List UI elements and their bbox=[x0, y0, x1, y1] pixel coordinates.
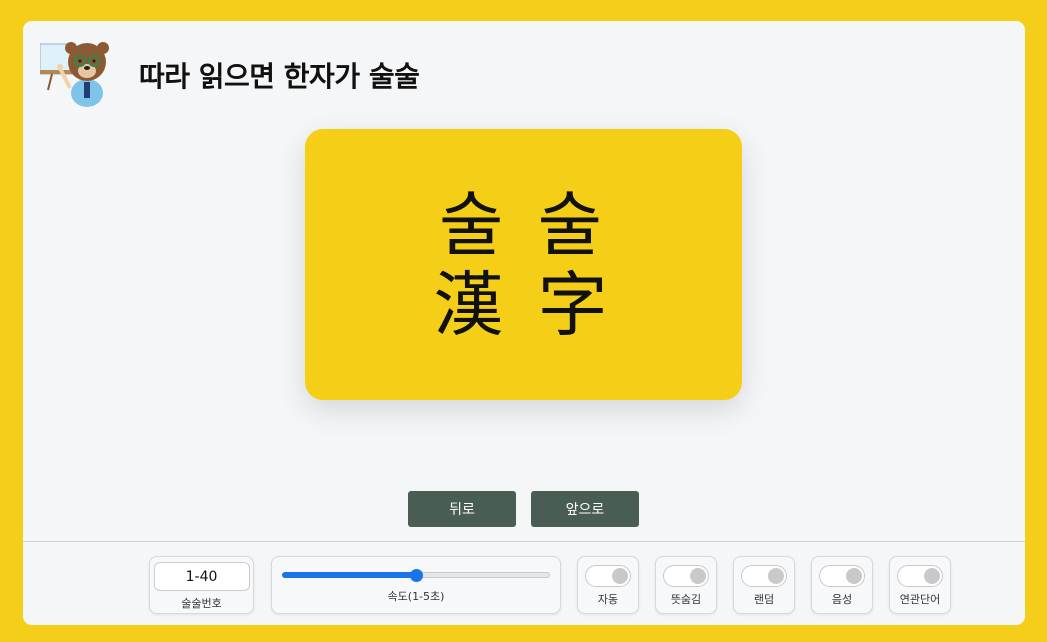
toggle-voice: 음성 bbox=[811, 556, 873, 614]
hide-meaning-toggle[interactable] bbox=[663, 565, 709, 587]
control-bar: 술술번호 속도(1-5초) 자동 뜻숨김 랜덤 음성 bbox=[23, 541, 1025, 625]
page-title: 따라 읽으면 한자가 술술 bbox=[139, 60, 420, 93]
toggle-knob bbox=[768, 568, 784, 584]
toggle-auto: 자동 bbox=[577, 556, 639, 614]
main-panel: 따라 읽으면 한자가 술술 술 술 漢 字 뒤로 앞으로 술술번호 속도(1-5… bbox=[23, 21, 1025, 625]
toggle-label: 자동 bbox=[597, 593, 619, 606]
prev-button[interactable]: 뒤로 bbox=[408, 491, 516, 527]
auto-toggle[interactable] bbox=[585, 565, 631, 587]
next-button[interactable]: 앞으로 bbox=[531, 491, 639, 527]
speed-slider-fill bbox=[282, 572, 416, 578]
range-control: 술술번호 bbox=[149, 556, 254, 614]
speed-label: 속도(1-5초) bbox=[387, 590, 445, 603]
random-toggle[interactable] bbox=[741, 565, 787, 587]
speed-slider-thumb[interactable] bbox=[409, 569, 423, 582]
toggle-label: 연관단어 bbox=[899, 593, 941, 606]
toggle-hide-meaning: 뜻숨김 bbox=[655, 556, 717, 614]
toggle-related-words: 연관단어 bbox=[889, 556, 951, 614]
speed-slider[interactable] bbox=[282, 565, 550, 585]
header bbox=[39, 40, 113, 108]
toggle-knob bbox=[924, 568, 940, 584]
flash-card[interactable]: 술 술 漢 字 bbox=[305, 129, 742, 400]
teacher-bear-logo bbox=[39, 40, 113, 108]
toggle-knob bbox=[612, 568, 628, 584]
card-hanja-text: 漢 字 bbox=[433, 263, 614, 346]
related-words-toggle[interactable] bbox=[897, 565, 943, 587]
range-label: 술술번호 bbox=[181, 597, 222, 610]
range-input[interactable] bbox=[153, 562, 250, 591]
voice-toggle[interactable] bbox=[819, 565, 865, 587]
toggle-knob bbox=[690, 568, 706, 584]
speed-control: 속도(1-5초) bbox=[271, 556, 561, 614]
toggle-label: 뜻숨김 bbox=[670, 593, 702, 606]
toggle-label: 음성 bbox=[831, 593, 853, 606]
card-reading-text: 술 술 bbox=[438, 183, 609, 266]
toggle-knob bbox=[846, 568, 862, 584]
toggle-random: 랜덤 bbox=[733, 556, 795, 614]
toggle-label: 랜덤 bbox=[753, 593, 775, 606]
